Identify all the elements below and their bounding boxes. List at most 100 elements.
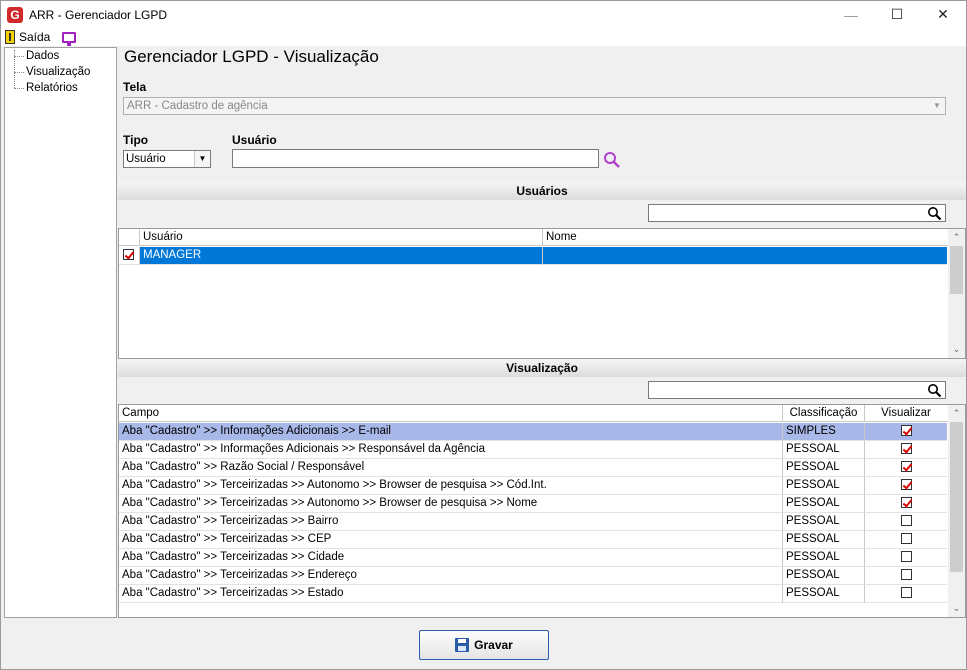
cell-campo: Aba "Cadastro" >> Terceirizadas >> Estad… bbox=[119, 585, 783, 603]
visualizar-checkbox[interactable] bbox=[900, 479, 912, 491]
row-checkbox[interactable] bbox=[123, 249, 134, 261]
table-row[interactable]: Aba "Cadastro" >> Terceirizadas >> Bairr… bbox=[119, 513, 947, 531]
cell-campo: Aba "Cadastro" >> Terceirizadas >> Cidad… bbox=[119, 549, 783, 567]
tipo-select[interactable]: Usuário ▼ bbox=[123, 150, 211, 168]
column-header-usuario[interactable]: Usuário bbox=[140, 229, 543, 245]
minimize-icon[interactable]: — bbox=[828, 1, 874, 28]
scroll-down-icon[interactable]: ⌄ bbox=[948, 341, 965, 358]
table-row[interactable]: Aba "Cadastro" >> Terceirizadas >> Auton… bbox=[119, 477, 947, 495]
tipo-select-value: Usuário bbox=[126, 153, 166, 165]
visualizar-checkbox[interactable] bbox=[900, 569, 912, 581]
cell-campo: Aba "Cadastro" >> Terceirizadas >> Bairr… bbox=[119, 513, 783, 531]
save-button-label: Gravar bbox=[474, 638, 513, 652]
search-icon[interactable] bbox=[927, 206, 942, 221]
visualizar-checkbox[interactable] bbox=[900, 443, 912, 455]
tree-item-dados[interactable]: Dados bbox=[5, 48, 116, 64]
cell-usuario: MANAGER bbox=[140, 247, 543, 265]
cell-campo: Aba "Cadastro" >> Informações Adicionais… bbox=[119, 441, 783, 459]
scroll-up-icon[interactable]: ⌃ bbox=[948, 405, 965, 422]
usuario-label: Usuário bbox=[232, 133, 277, 147]
chevron-down-icon[interactable]: ▼ bbox=[194, 151, 210, 167]
search-icon[interactable] bbox=[927, 383, 942, 398]
cell-classificacao: PESSOAL bbox=[783, 567, 865, 585]
cell-classificacao: PESSOAL bbox=[783, 459, 865, 477]
table-row[interactable]: Aba "Cadastro" >> Informações Adicionais… bbox=[119, 441, 947, 459]
cell-visualizar bbox=[865, 441, 947, 459]
tela-select[interactable]: ARR - Cadastro de agência ▼ bbox=[123, 97, 946, 115]
monitor-icon[interactable] bbox=[62, 31, 77, 46]
exit-door-icon[interactable] bbox=[5, 30, 15, 44]
cell-visualizar bbox=[865, 513, 947, 531]
tree-item-visualizacao[interactable]: Visualização bbox=[5, 64, 116, 80]
cell-visualizar bbox=[865, 531, 947, 549]
cell-classificacao: PESSOAL bbox=[783, 513, 865, 531]
visualizar-checkbox[interactable] bbox=[900, 515, 912, 527]
table-row[interactable]: Aba "Cadastro" >> Informações Adicionais… bbox=[119, 423, 947, 441]
cell-visualizar bbox=[865, 585, 947, 603]
table-row[interactable]: Aba "Cadastro" >> Terceirizadas >> CEP P… bbox=[119, 531, 947, 549]
row-checkbox-cell[interactable] bbox=[119, 247, 140, 265]
cell-campo: Aba "Cadastro" >> Terceirizadas >> Ender… bbox=[119, 567, 783, 585]
cell-classificacao: SIMPLES bbox=[783, 423, 865, 441]
table-row[interactable]: Aba "Cadastro" >> Terceirizadas >> Estad… bbox=[119, 585, 947, 603]
table-row[interactable]: Aba "Cadastro" >> Terceirizadas >> Cidad… bbox=[119, 549, 947, 567]
usuarios-search-input[interactable] bbox=[648, 204, 946, 222]
usuario-input[interactable] bbox=[232, 149, 599, 168]
window-controls: — ☐ ✕ bbox=[828, 1, 966, 28]
scroll-thumb[interactable] bbox=[950, 422, 963, 572]
column-header-campo[interactable]: Campo bbox=[119, 405, 783, 421]
cell-visualizar bbox=[865, 567, 947, 585]
visualizar-checkbox[interactable] bbox=[900, 551, 912, 563]
menu-exit[interactable]: Saída bbox=[19, 30, 50, 44]
column-header-visualizar[interactable]: Visualizar bbox=[865, 405, 947, 421]
cell-nome bbox=[543, 247, 947, 265]
page-title: Gerenciador LGPD - Visualização bbox=[124, 47, 379, 66]
usuarios-grid-header: Usuário Nome bbox=[119, 229, 950, 246]
cell-campo: Aba "Cadastro" >> Razão Social / Respons… bbox=[119, 459, 783, 477]
close-icon[interactable]: ✕ bbox=[920, 1, 966, 28]
usuarios-scrollbar[interactable]: ⌃ ⌄ bbox=[948, 229, 965, 358]
cell-classificacao: PESSOAL bbox=[783, 585, 865, 603]
column-header-nome[interactable]: Nome bbox=[543, 229, 950, 245]
floppy-disk-icon bbox=[455, 638, 470, 652]
window-title: ARR - Gerenciador LGPD bbox=[29, 7, 168, 22]
usuarios-grid: Usuário Nome MANAGER ⌃ ⌄ bbox=[118, 228, 966, 359]
cell-classificacao: PESSOAL bbox=[783, 549, 865, 567]
visualizar-checkbox[interactable] bbox=[900, 461, 912, 473]
tela-label: Tela bbox=[123, 80, 147, 94]
select-column-header[interactable] bbox=[119, 229, 140, 245]
visualizar-checkbox[interactable] bbox=[900, 533, 912, 545]
scroll-up-icon[interactable]: ⌃ bbox=[948, 229, 965, 246]
visualizacao-scrollbar[interactable]: ⌃ ⌄ bbox=[948, 405, 965, 617]
maximize-icon[interactable]: ☐ bbox=[874, 1, 920, 28]
column-header-classificacao[interactable]: Classificação bbox=[783, 405, 865, 421]
table-row[interactable]: Aba "Cadastro" >> Terceirizadas >> Auton… bbox=[119, 495, 947, 513]
search-icon[interactable] bbox=[603, 151, 621, 169]
visualizar-checkbox[interactable] bbox=[900, 587, 912, 599]
menu-bar: Saída bbox=[1, 28, 966, 46]
cell-visualizar bbox=[865, 549, 947, 567]
visualizacao-search-input[interactable] bbox=[648, 381, 946, 399]
table-row[interactable]: Aba "Cadastro" >> Terceirizadas >> Ender… bbox=[119, 567, 947, 585]
visualizar-checkbox[interactable] bbox=[900, 425, 912, 437]
cell-classificacao: PESSOAL bbox=[783, 477, 865, 495]
table-row[interactable]: MANAGER bbox=[119, 247, 947, 265]
cell-classificacao: PESSOAL bbox=[783, 531, 865, 549]
cell-visualizar bbox=[865, 423, 947, 441]
cell-campo: Aba "Cadastro" >> Terceirizadas >> CEP bbox=[119, 531, 783, 549]
chevron-down-icon[interactable]: ▼ bbox=[929, 98, 945, 114]
visualizacao-grid: Campo Classificação Visualizar Aba "Cada… bbox=[118, 404, 966, 618]
usuarios-section-header: Usuários bbox=[118, 182, 966, 200]
visualizar-checkbox[interactable] bbox=[900, 497, 912, 509]
visualizacao-section-header: Visualização bbox=[118, 359, 966, 377]
scroll-thumb[interactable] bbox=[950, 246, 963, 294]
scroll-down-icon[interactable]: ⌄ bbox=[948, 600, 965, 617]
tree-item-relatorios[interactable]: Relatórios bbox=[5, 80, 116, 96]
cell-classificacao: PESSOAL bbox=[783, 495, 865, 513]
cell-visualizar bbox=[865, 459, 947, 477]
cell-campo: Aba "Cadastro" >> Terceirizadas >> Auton… bbox=[119, 495, 783, 513]
table-row[interactable]: Aba "Cadastro" >> Razão Social / Respons… bbox=[119, 459, 947, 477]
visualizacao-grid-header: Campo Classificação Visualizar bbox=[119, 405, 950, 422]
save-button[interactable]: Gravar bbox=[419, 630, 549, 660]
cell-campo: Aba "Cadastro" >> Informações Adicionais… bbox=[119, 423, 783, 441]
